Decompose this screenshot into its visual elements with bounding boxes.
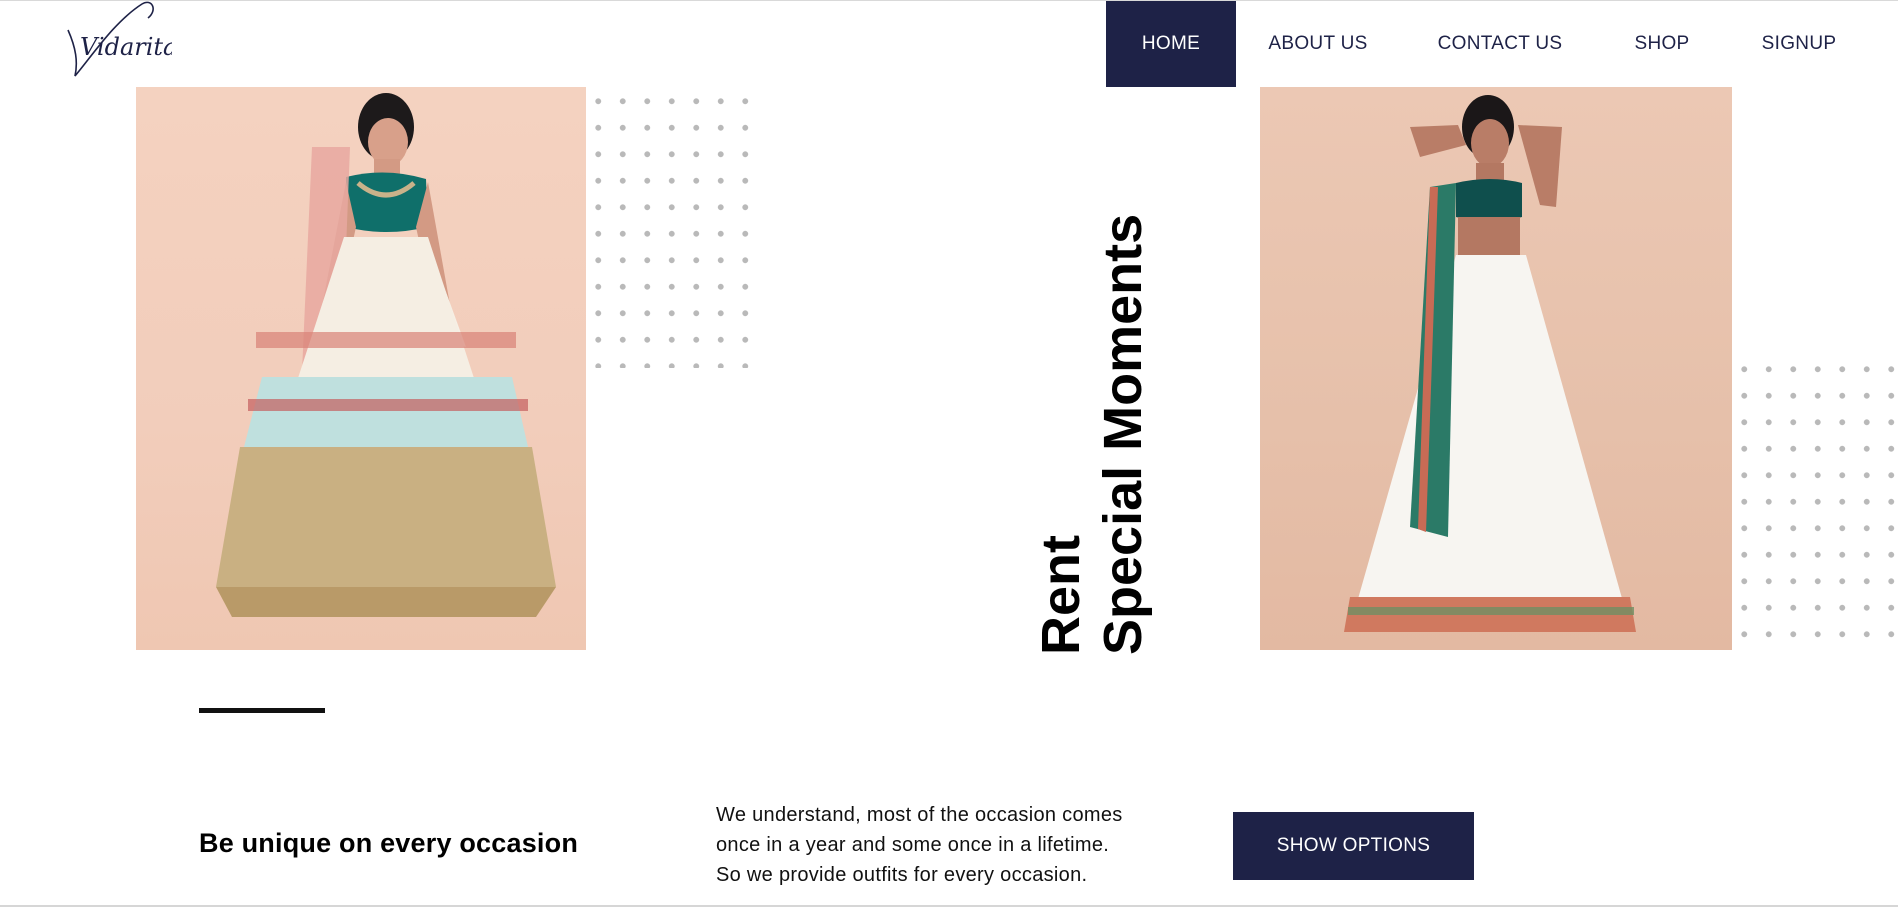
decorative-dot-grid bbox=[586, 88, 766, 368]
intro-tagline: Be unique on every occasion bbox=[199, 828, 579, 858]
decorative-dot-grid-right bbox=[1732, 356, 1898, 652]
intro-paragraph-line: We understand, most of the occasion come… bbox=[716, 804, 1123, 826]
hero-headline-line2: Special Moments bbox=[1093, 213, 1153, 655]
show-options-button[interactable]: SHOW OPTIONS bbox=[1233, 812, 1474, 880]
hero-headline-line1: Rent bbox=[1031, 535, 1091, 655]
model-in-pastel-lehenga bbox=[216, 93, 556, 617]
nav-contact-us[interactable]: CONTACT US bbox=[1420, 1, 1580, 87]
model-in-white-lehenga-green-dupatta bbox=[1344, 95, 1636, 632]
nav-home[interactable]: HOME bbox=[1106, 1, 1236, 87]
intro-paragraph-line: once in a year and some once in a lifeti… bbox=[716, 834, 1110, 856]
brand-logo-text: Vidarita bbox=[80, 33, 172, 61]
intro-paragraph: We understand, most of the occasion come… bbox=[716, 800, 1156, 890]
nav-about-us[interactable]: ABOUT US bbox=[1248, 1, 1388, 87]
section-divider bbox=[199, 708, 325, 713]
brand-logo[interactable]: Vidarita bbox=[62, 0, 172, 84]
intro-paragraph-line: So we provide outfits for every occasion… bbox=[716, 864, 1088, 886]
hero-image-right bbox=[1260, 87, 1732, 650]
hero-headline: Rent Special Moments bbox=[1030, 214, 1154, 655]
hero-image-left bbox=[136, 87, 586, 650]
nav-signup[interactable]: SIGNUP bbox=[1744, 1, 1854, 87]
nav-shop[interactable]: SHOP bbox=[1612, 1, 1712, 87]
